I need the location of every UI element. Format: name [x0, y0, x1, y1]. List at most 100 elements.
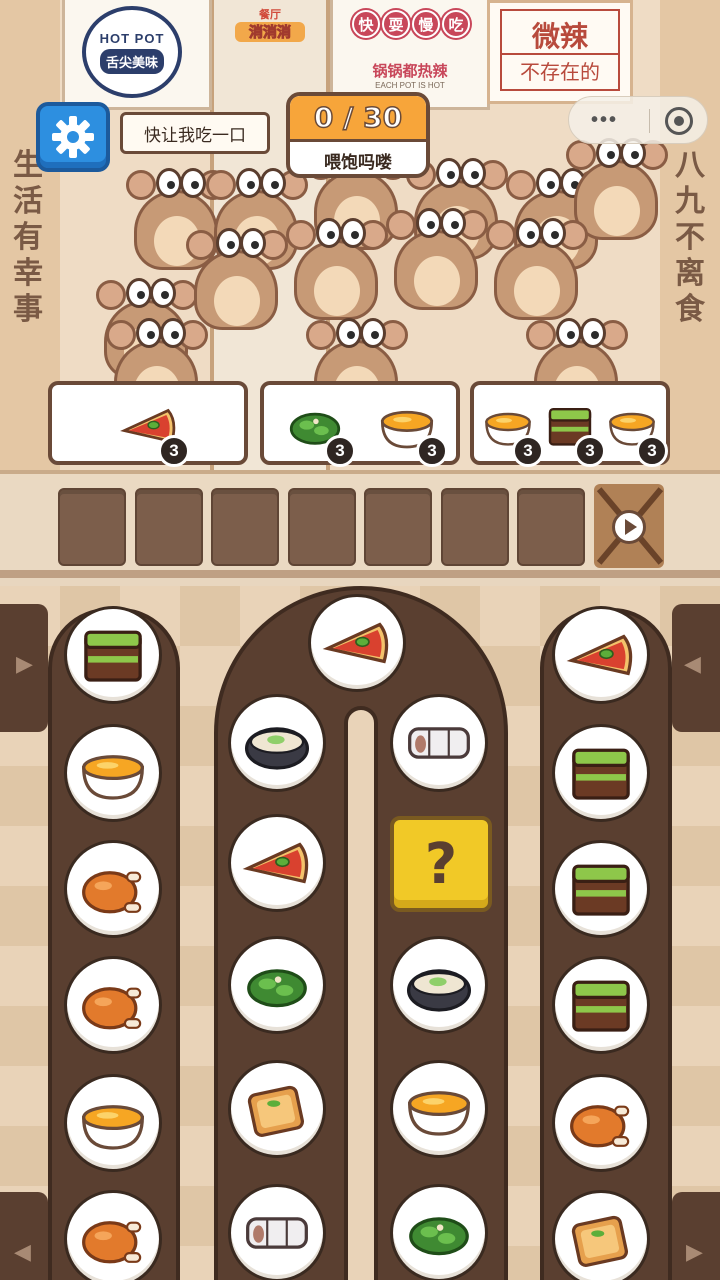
food-plate-matcha-cake[interactable] — [552, 956, 650, 1054]
monkey-eye — [136, 318, 162, 348]
game-logo: 餐厅 消消消 — [235, 6, 305, 42]
monkey-eye — [556, 318, 582, 348]
food-plate-toast[interactable] — [228, 1060, 326, 1158]
play-video-icon[interactable] — [612, 510, 646, 544]
order-card-1: 3 — [48, 381, 248, 467]
close-target-icon[interactable] — [665, 107, 693, 135]
matcha-cake-icon — [563, 967, 639, 1043]
arrow-right-icon: ▶ — [16, 652, 33, 677]
tray-slot — [287, 488, 356, 566]
monkey-ear — [106, 320, 136, 350]
monkey-eye — [360, 318, 386, 348]
food-plate-greens[interactable] — [390, 1184, 488, 1280]
food-plate-pizza-slice[interactable] — [308, 594, 406, 692]
slogan-pill: 耍 — [382, 10, 410, 38]
food-plate-matcha-cake[interactable] — [552, 724, 650, 822]
pizza-slice-icon — [319, 605, 395, 681]
order-count-badge: 3 — [636, 435, 668, 467]
right-arrow-tab: ◀ — [672, 604, 720, 732]
monkey-character — [380, 190, 490, 310]
food-plate-pudding-bowl[interactable] — [390, 1060, 488, 1158]
tray-slot — [440, 488, 509, 566]
food-plate-roast-chicken[interactable] — [64, 840, 162, 938]
soup-pot-icon — [239, 705, 315, 781]
right-bottom-tab: ▶ — [672, 1192, 720, 1280]
left-bottom-tab: ◀ — [0, 1192, 48, 1280]
order-card-3: 3 3 3 — [470, 381, 670, 467]
monkey-eye — [516, 218, 542, 248]
monkey-eye — [416, 208, 442, 238]
food-plate-roast-chicken[interactable] — [64, 1190, 162, 1280]
monkey-ear — [386, 210, 416, 240]
slogan-pill: 快 — [352, 10, 380, 38]
food-plate-pudding-bowl[interactable] — [64, 1074, 162, 1172]
mystery-box[interactable]: ? — [390, 816, 492, 912]
food-plate-rice-roll[interactable] — [390, 694, 488, 792]
mini-program-capsule[interactable]: ••• — [568, 96, 708, 144]
food-plate-pizza-slice[interactable] — [228, 814, 326, 912]
matcha-cake-icon — [75, 617, 151, 693]
feed-counter-value: 0 / 30 — [290, 96, 426, 142]
hotpot-sign: HOT POT 舌尖美味 — [82, 6, 182, 98]
monkey-eye — [156, 168, 182, 198]
pudding-bowl-icon — [75, 735, 151, 811]
rice-roll-icon — [401, 705, 477, 781]
food-plate-soup-pot[interactable] — [228, 694, 326, 792]
food-plate-toast[interactable] — [552, 1190, 650, 1280]
hotpot-sign-title: HOT POT — [99, 30, 165, 46]
hot-slogan-en: EACH POT IS HOT — [375, 81, 445, 90]
monkey-ear — [306, 320, 336, 350]
food-plate-rice-roll[interactable] — [228, 1184, 326, 1280]
pizza-slice-icon — [563, 617, 639, 693]
food-plate-matcha-cake[interactable] — [64, 606, 162, 704]
rice-roll-icon — [239, 1195, 315, 1271]
bonus-crate[interactable] — [594, 484, 664, 568]
tray-slot — [58, 488, 126, 566]
hot-slogan: 锅锅都热辣 EACH POT IS HOT — [352, 60, 468, 90]
capsule-divider — [649, 109, 650, 133]
monkey-eye — [236, 168, 262, 198]
order-item: 3 — [114, 391, 190, 467]
food-plate-roast-chicken[interactable] — [552, 1074, 650, 1172]
food-plate-roast-chicken[interactable] — [64, 956, 162, 1054]
monkey-ear — [526, 320, 556, 350]
food-plate-matcha-cake[interactable] — [552, 840, 650, 938]
order-count-badge: 3 — [512, 435, 544, 467]
spicy-sign: 微辣 不存在的 — [487, 0, 633, 104]
monkey-ear — [566, 140, 596, 170]
order-card-2: 3 3 — [260, 381, 460, 467]
hotpot-sign-band: 舌尖美味 — [99, 48, 164, 74]
conveyor-right — [540, 608, 672, 1280]
monkey-eye — [460, 158, 486, 188]
order-item: 3 — [540, 391, 606, 467]
monkey-eye — [216, 228, 242, 258]
monkey-eye — [436, 158, 462, 188]
order-count-badge: 3 — [574, 435, 606, 467]
settings-button[interactable] — [36, 102, 110, 172]
toast-icon — [239, 1071, 315, 1147]
food-plate-pudding-bowl[interactable] — [64, 724, 162, 822]
pudding-bowl-icon — [75, 1085, 151, 1161]
food-plate-pizza-slice[interactable] — [552, 606, 650, 704]
arrow-right-icon: ▶ — [686, 1240, 703, 1265]
monkey-ear — [206, 170, 236, 200]
right-vertical-slogan: 八九不离食 — [675, 148, 705, 327]
monkey-ear — [506, 170, 536, 200]
monkey-eye — [536, 168, 562, 198]
order-item: 3 — [372, 391, 448, 467]
spicy-sign-frame: 微辣 不存在的 — [500, 9, 620, 91]
tray-slot — [364, 488, 432, 566]
spicy-sign-bottom: 不存在的 — [502, 53, 618, 89]
restaurant-scene: HOT POT 舌尖美味 餐厅 消消消 快 耍 慢 吃 锅锅都热辣 EACH P… — [0, 0, 720, 470]
food-plate-greens[interactable] — [228, 936, 326, 1034]
tray-slot — [517, 488, 585, 566]
monkey-belly — [214, 276, 260, 326]
hint-bubble: 快让我吃一口 — [120, 112, 270, 154]
food-plate-soup-pot[interactable] — [390, 936, 488, 1034]
toast-icon — [563, 1201, 639, 1277]
greens-icon — [239, 947, 315, 1023]
monkey-eye — [260, 168, 286, 198]
conveyor-left — [48, 608, 180, 1280]
monkey-eye — [160, 318, 186, 348]
more-menu-icon[interactable]: ••• — [591, 109, 618, 132]
